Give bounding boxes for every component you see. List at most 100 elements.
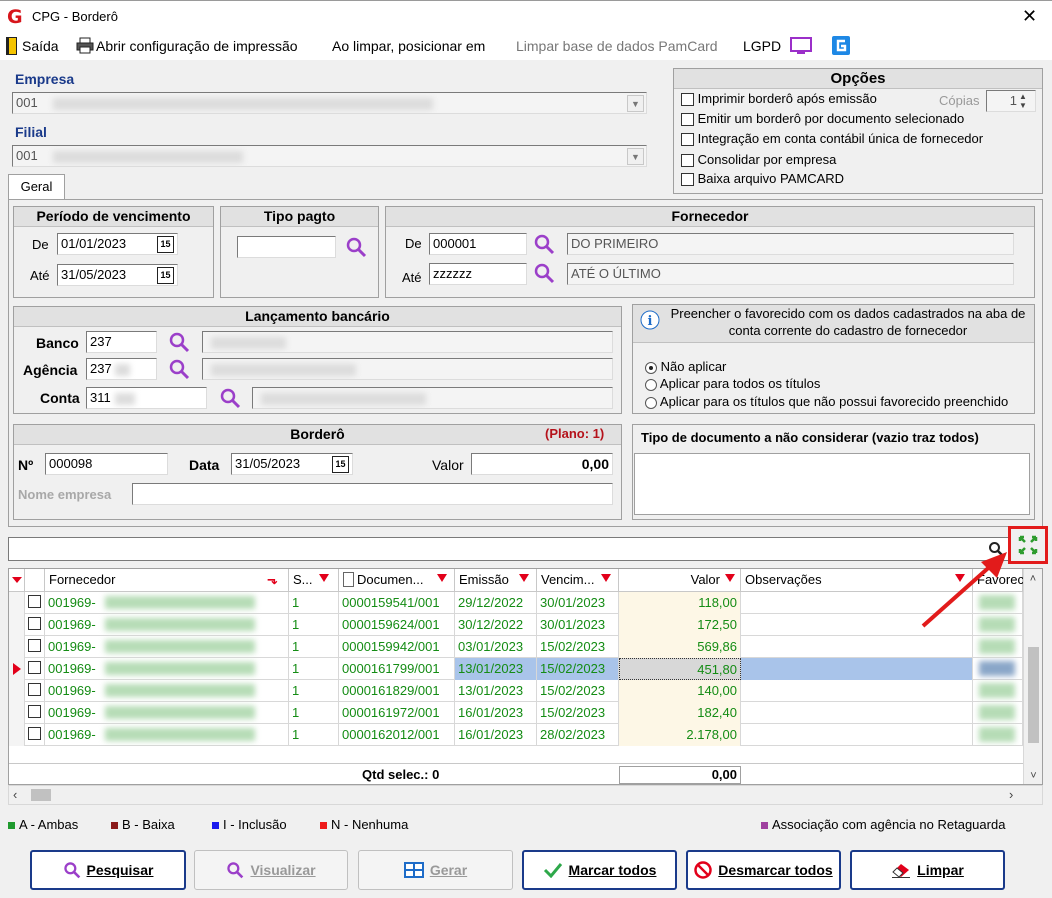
cell-valor[interactable]: 172,50	[619, 614, 741, 636]
cell-documento[interactable]: 0000159624/001	[339, 614, 455, 636]
tipo-pagto-input[interactable]	[237, 236, 336, 258]
cell-vencimento[interactable]: 28/02/2023	[537, 724, 619, 746]
row-checkbox[interactable]	[28, 727, 41, 740]
favorecido-option[interactable]: Aplicar para os títulos que não possui f…	[645, 394, 1008, 409]
opcoes-item[interactable]: Imprimir borderô após emissão	[681, 91, 877, 107]
cell-s[interactable]: 1	[289, 614, 339, 636]
cell-emissao[interactable]: 16/01/2023	[455, 702, 537, 724]
row-checkbox[interactable]	[28, 617, 41, 630]
cell-vencimento[interactable]: 30/01/2023	[537, 592, 619, 614]
cell-fornecedor[interactable]: 001969-	[45, 702, 289, 724]
cell-s[interactable]: 1	[289, 702, 339, 724]
cell-observacoes[interactable]	[741, 680, 973, 702]
cell-observacoes[interactable]	[741, 658, 973, 680]
cell-emissao[interactable]: 13/01/2023	[455, 658, 537, 680]
scroll-thumb[interactable]	[31, 789, 51, 801]
favorecido-option[interactable]: Aplicar para todos os títulos	[645, 376, 820, 391]
cell-documento[interactable]: 0000162012/001	[339, 724, 455, 746]
cell-documento[interactable]: 0000161799/001	[339, 658, 455, 680]
limpar-button[interactable]: Limpar	[850, 850, 1005, 890]
header-s[interactable]: S...	[289, 569, 339, 591]
copias-stepper[interactable]: 1	[986, 90, 1036, 112]
pesquisar-button[interactable]: Pesquisar	[30, 850, 186, 890]
row-checkbox[interactable]	[28, 705, 41, 718]
filter-icon[interactable]	[12, 577, 22, 583]
cell-s[interactable]: 1	[289, 680, 339, 702]
cell-fornecedor[interactable]: 001969-	[45, 724, 289, 746]
filial-select[interactable]: 001 ▼	[12, 145, 647, 167]
cell-valor[interactable]: 569,86	[619, 636, 741, 658]
filter-icon[interactable]	[601, 574, 611, 582]
cell-valor[interactable]: 182,40	[619, 702, 741, 724]
search-icon[interactable]	[533, 262, 555, 284]
cell-fornecedor[interactable]: 001969-	[45, 680, 289, 702]
row-checkbox[interactable]	[28, 661, 41, 674]
filter-icon[interactable]	[725, 574, 735, 582]
radio-selected[interactable]	[645, 361, 657, 374]
search-icon[interactable]	[345, 236, 367, 258]
radio[interactable]	[645, 396, 657, 409]
search-icon[interactable]	[168, 358, 190, 380]
cell-fornecedor[interactable]: 001969-	[45, 592, 289, 614]
scroll-thumb[interactable]	[1028, 647, 1039, 743]
cell-favorecido[interactable]	[973, 702, 1023, 724]
filter-icon[interactable]	[519, 574, 529, 582]
marcar-todos-button[interactable]: Marcar todos	[522, 850, 677, 890]
cell-observacoes[interactable]	[741, 702, 973, 724]
stepper-arrows-icon[interactable]: ▲ ▼	[1019, 92, 1027, 110]
opcoes-item[interactable]: Emitir um borderô por documento selecion…	[681, 111, 964, 127]
cell-vencimento[interactable]: 15/02/2023	[537, 702, 619, 724]
lgpd-button[interactable]: LGPD	[743, 38, 781, 54]
chevron-down-icon[interactable]: ▼	[627, 148, 644, 165]
cell-valor[interactable]: 451,80	[619, 658, 741, 680]
clear-position-menu[interactable]: Ao limpar, posicionar em	[332, 38, 485, 54]
checkbox[interactable]	[681, 154, 694, 168]
cell-vencimento[interactable]: 15/02/2023	[537, 636, 619, 658]
agencia-input[interactable]: 237	[86, 358, 157, 380]
cell-favorecido[interactable]	[973, 636, 1023, 658]
grid-search-input[interactable]	[8, 537, 1010, 561]
gerar-button[interactable]: Gerar	[358, 850, 513, 890]
cell-s[interactable]: 1	[289, 636, 339, 658]
header-documento[interactable]: Documen...	[339, 569, 455, 591]
cell-observacoes[interactable]	[741, 724, 973, 746]
cell-emissao[interactable]: 16/01/2023	[455, 724, 537, 746]
table-row[interactable]: 001969- 1 0000161829/001 13/01/2023 15/02/20…	[9, 680, 1042, 702]
app-shortcut-icon[interactable]	[832, 36, 850, 55]
cell-documento[interactable]: 0000161829/001	[339, 680, 455, 702]
cell-fornecedor[interactable]: 001969-	[45, 614, 289, 636]
cell-documento[interactable]: 0000159942/001	[339, 636, 455, 658]
cell-emissao[interactable]: 03/01/2023	[455, 636, 537, 658]
exit-button[interactable]: Saída	[22, 38, 59, 54]
checkbox[interactable]	[681, 93, 694, 107]
cell-vencimento[interactable]: 15/02/2023	[537, 680, 619, 702]
empresa-select[interactable]: 001 ▼	[12, 92, 647, 114]
cell-documento[interactable]: 0000159541/001	[339, 592, 455, 614]
scroll-left-icon[interactable]: ‹	[13, 787, 17, 802]
bordero-valor-input[interactable]: 0,00	[471, 453, 613, 475]
scroll-up-icon[interactable]: ˄	[1024, 573, 1042, 585]
header-vencimento[interactable]: Vencim...	[537, 569, 619, 591]
conta-input[interactable]: 311	[86, 387, 207, 409]
cell-vencimento[interactable]: 15/02/2023	[537, 658, 619, 680]
cell-s[interactable]: 1	[289, 592, 339, 614]
favorecido-option[interactable]: Não aplicar	[645, 359, 726, 374]
clear-pamcard-button[interactable]: Limpar base de dados PamCard	[516, 38, 718, 54]
filter-icon[interactable]	[319, 574, 329, 582]
horizontal-scrollbar[interactable]: ‹ ›	[8, 785, 1043, 805]
calendar-icon[interactable]: 15	[332, 456, 349, 473]
close-button[interactable]: ✕	[1022, 6, 1037, 26]
cell-valor[interactable]: 118,00	[619, 592, 741, 614]
radio[interactable]	[645, 378, 657, 391]
expand-icon[interactable]	[1011, 529, 1045, 561]
cell-s[interactable]: 1	[289, 658, 339, 680]
filter-icon[interactable]	[437, 574, 447, 582]
visualizar-button[interactable]: Visualizar	[194, 850, 348, 890]
tipo-doc-list[interactable]	[634, 453, 1030, 515]
cell-emissao[interactable]: 13/01/2023	[455, 680, 537, 702]
cell-valor[interactable]: 140,00	[619, 680, 741, 702]
cell-s[interactable]: 1	[289, 724, 339, 746]
opcoes-item[interactable]: Integração em conta contábil única de fo…	[681, 131, 983, 147]
cell-emissao[interactable]: 30/12/2022	[455, 614, 537, 636]
cell-favorecido[interactable]	[973, 724, 1023, 746]
